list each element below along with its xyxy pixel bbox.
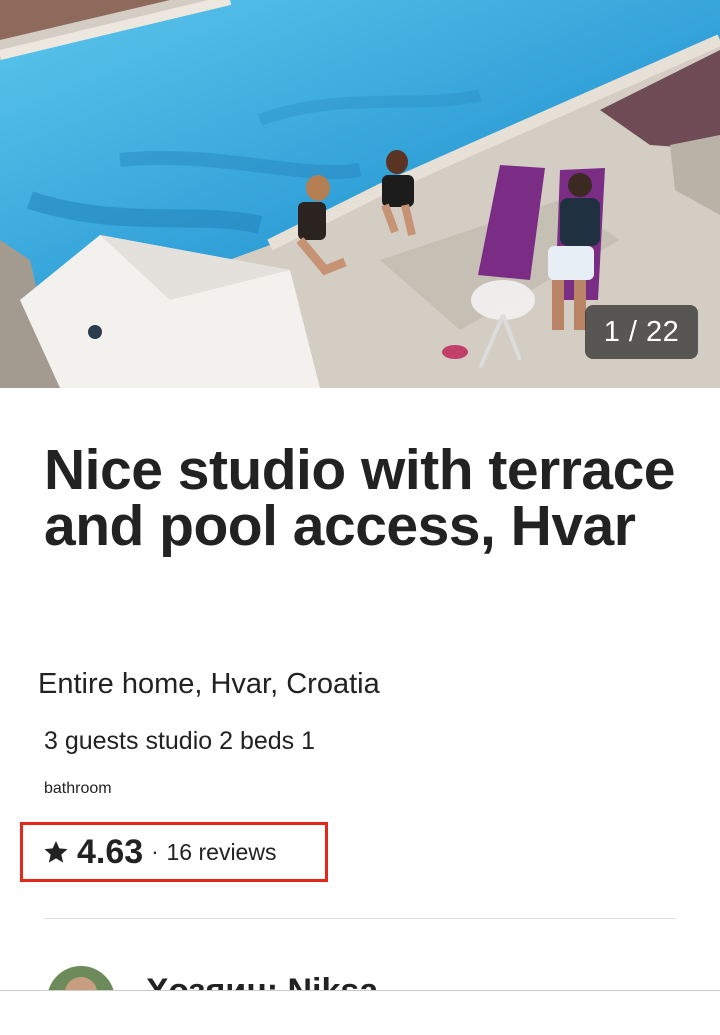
host-avatar[interactable] bbox=[47, 966, 115, 990]
listing-details-continued: bathroom bbox=[44, 780, 112, 797]
listing-photo[interactable]: 1 / 22 bbox=[0, 0, 720, 388]
host-name: Хозяин: Niksa bbox=[146, 972, 378, 990]
listing-title: Nice studio with terrace and pool access… bbox=[44, 438, 676, 558]
host-section[interactable]: Хозяин: Niksa bbox=[0, 960, 720, 990]
rating-summary[interactable]: 4.63 · 16 reviews bbox=[20, 822, 328, 882]
section-divider bbox=[44, 918, 676, 919]
listing-details: 3 guests studio 2 beds 1 bbox=[44, 727, 316, 755]
rating-value: 4.63 bbox=[77, 832, 144, 871]
star-icon bbox=[44, 840, 68, 863]
photo-counter: 1 / 22 bbox=[585, 305, 698, 359]
listing-subtitle: Entire home, Hvar, Croatia bbox=[38, 668, 380, 700]
reviews-link[interactable]: 16 reviews bbox=[167, 839, 277, 866]
rating-separator: · bbox=[151, 839, 159, 864]
bottom-divider bbox=[0, 990, 720, 991]
